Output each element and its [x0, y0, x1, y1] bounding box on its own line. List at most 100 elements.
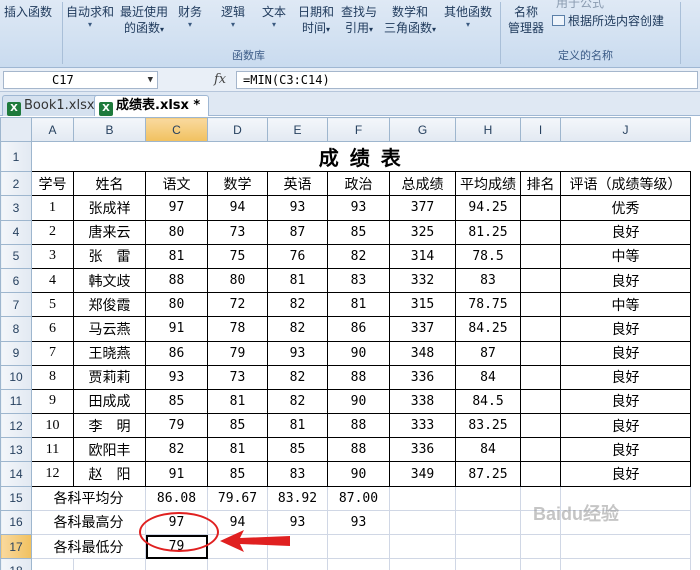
table-cell[interactable]: 87: [267, 219, 328, 245]
table-cell[interactable]: 88: [327, 437, 390, 463]
financial-button[interactable]: 财务 ▾: [178, 4, 202, 30]
table-cell[interactable]: 91: [145, 316, 208, 342]
table-cell[interactable]: [520, 364, 561, 390]
row-header-14[interactable]: 14: [0, 461, 32, 487]
table-cell[interactable]: 郑俊霞: [73, 292, 146, 318]
max-label-cell[interactable]: 各科最高分: [31, 509, 146, 536]
empty-cell[interactable]: [145, 558, 208, 570]
empty-cell[interactable]: [520, 533, 561, 560]
tab-book1[interactable]: X Book1.xlsx: [2, 95, 104, 116]
average-value-cell[interactable]: 87.00: [327, 485, 390, 511]
table-cell[interactable]: [520, 461, 561, 487]
empty-cell[interactable]: [389, 558, 456, 570]
table-cell[interactable]: 贾莉莉: [73, 364, 146, 390]
table-cell[interactable]: 93: [267, 195, 328, 221]
more-functions-button[interactable]: 其他函数 ▾: [444, 4, 492, 30]
table-cell[interactable]: 90: [327, 388, 390, 415]
table-cell[interactable]: 83: [455, 267, 521, 294]
insert-function-button[interactable]: 插入函数: [4, 4, 52, 20]
table-cell[interactable]: 11: [31, 437, 74, 463]
table-cell[interactable]: 79: [207, 340, 268, 366]
table-cell[interactable]: 78.5: [455, 243, 521, 269]
name-box[interactable]: C17 ▼: [3, 71, 158, 89]
name-box-dropdown-icon[interactable]: ▼: [148, 72, 153, 88]
table-cell[interactable]: 88: [145, 267, 208, 294]
table-cell[interactable]: 97: [145, 195, 208, 221]
table-cell[interactable]: 79: [145, 413, 208, 439]
empty-cell[interactable]: [389, 509, 456, 536]
tab-grades[interactable]: X 成绩表.xlsx *: [94, 95, 210, 116]
table-cell[interactable]: 85: [267, 437, 328, 463]
table-cell[interactable]: 良好: [560, 267, 691, 294]
table-cell[interactable]: 85: [145, 388, 208, 415]
table-cell[interactable]: 73: [207, 364, 268, 390]
average-value-cell[interactable]: 83.92: [267, 485, 328, 511]
column-title-cell[interactable]: 英语: [267, 171, 328, 197]
table-cell[interactable]: 87.25: [455, 461, 521, 487]
empty-cell[interactable]: [327, 558, 390, 570]
table-cell[interactable]: 1: [31, 195, 74, 221]
table-cell[interactable]: 75: [207, 243, 268, 269]
table-cell[interactable]: 85: [207, 461, 268, 487]
empty-cell[interactable]: [267, 558, 328, 570]
table-cell[interactable]: 81: [207, 388, 268, 415]
selected-cell-c17[interactable]: 79: [145, 533, 208, 560]
column-title-cell[interactable]: 总成绩: [389, 171, 456, 197]
empty-cell[interactable]: [520, 558, 561, 570]
table-cell[interactable]: 377: [389, 195, 456, 221]
table-cell[interactable]: 336: [389, 437, 456, 463]
column-header-a[interactable]: A: [31, 116, 74, 143]
row-header-17[interactable]: 17: [0, 533, 32, 560]
table-cell[interactable]: 良好: [560, 413, 691, 439]
row-header-16[interactable]: 16: [0, 509, 32, 536]
table-cell[interactable]: 91: [145, 461, 208, 487]
table-cell[interactable]: 83.25: [455, 413, 521, 439]
table-cell[interactable]: 张 雷: [73, 243, 146, 269]
column-title-cell[interactable]: 语文: [145, 171, 208, 197]
table-cell[interactable]: 中等: [560, 243, 691, 269]
table-cell[interactable]: 333: [389, 413, 456, 439]
row-header-3[interactable]: 3: [0, 195, 32, 221]
column-header-d[interactable]: D: [207, 116, 268, 143]
table-cell[interactable]: 314: [389, 243, 456, 269]
table-cell[interactable]: 93: [145, 364, 208, 390]
table-cell[interactable]: 84: [455, 364, 521, 390]
table-cell[interactable]: 94.25: [455, 195, 521, 221]
column-header-c[interactable]: C: [145, 116, 208, 143]
table-cell[interactable]: [520, 316, 561, 342]
table-cell[interactable]: 82: [267, 388, 328, 415]
column-header-e[interactable]: E: [267, 116, 328, 143]
table-cell[interactable]: [520, 219, 561, 245]
table-cell[interactable]: 337: [389, 316, 456, 342]
row-header-18[interactable]: 18: [0, 558, 32, 570]
table-cell[interactable]: 72: [207, 292, 268, 318]
table-cell[interactable]: 76: [267, 243, 328, 269]
table-cell[interactable]: 80: [207, 267, 268, 294]
table-cell[interactable]: 82: [267, 364, 328, 390]
column-header-f[interactable]: F: [327, 116, 390, 143]
empty-cell[interactable]: [73, 558, 146, 570]
logical-button[interactable]: 逻辑 ▾: [221, 4, 245, 30]
row-header-15[interactable]: 15: [0, 485, 32, 511]
table-cell[interactable]: 5: [31, 292, 74, 318]
table-cell[interactable]: 唐来云: [73, 219, 146, 245]
table-cell[interactable]: 84: [455, 437, 521, 463]
use-in-formula-button[interactable]: 用于公式: [556, 0, 604, 11]
table-cell[interactable]: 马云燕: [73, 316, 146, 342]
column-title-cell[interactable]: 评语（成绩等级）: [560, 171, 691, 197]
recent-functions-button[interactable]: 最近使用 的函数▾: [120, 4, 168, 38]
average-value-cell[interactable]: 86.08: [145, 485, 208, 511]
table-cell[interactable]: 81: [145, 243, 208, 269]
table-cell[interactable]: 80: [145, 292, 208, 318]
table-cell[interactable]: 良好: [560, 364, 691, 390]
column-header-j[interactable]: J: [560, 116, 691, 143]
table-cell[interactable]: 81: [207, 437, 268, 463]
date-time-button[interactable]: 日期和 时间▾: [298, 4, 334, 38]
table-cell[interactable]: 84.25: [455, 316, 521, 342]
max-value-cell[interactable]: 94: [207, 509, 268, 536]
column-title-cell[interactable]: 政治: [327, 171, 390, 197]
table-cell[interactable]: 中等: [560, 292, 691, 318]
insert-function-fx-icon[interactable]: fx: [214, 72, 226, 87]
table-cell[interactable]: 83: [327, 267, 390, 294]
row-header-11[interactable]: 11: [0, 388, 32, 415]
